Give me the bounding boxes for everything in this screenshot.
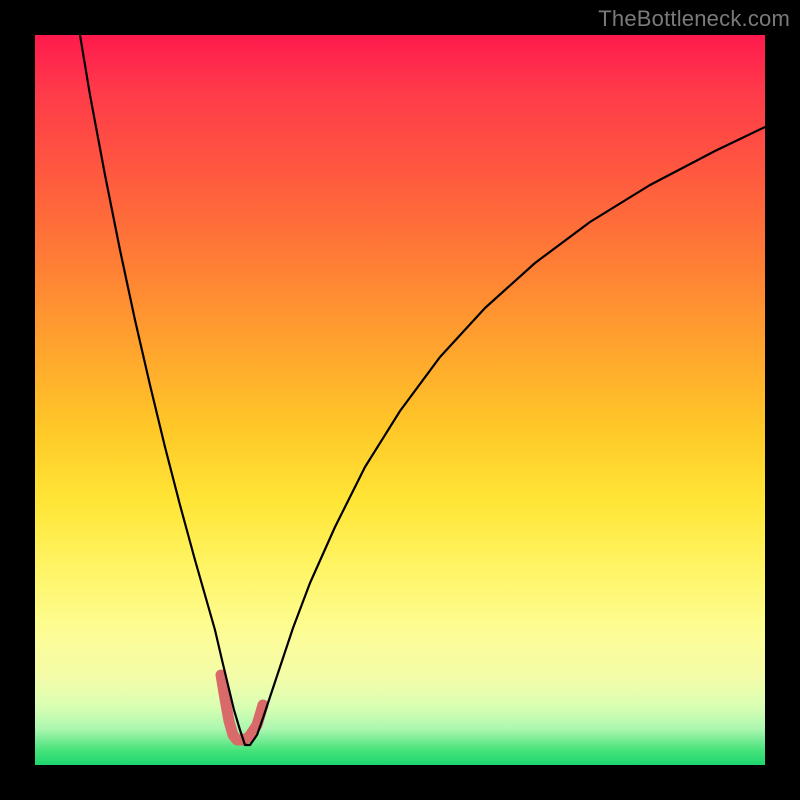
plot-area xyxy=(35,35,765,765)
chart-frame: TheBottleneck.com xyxy=(0,0,800,800)
main-curve-path xyxy=(80,35,765,745)
watermark-text: TheBottleneck.com xyxy=(598,6,790,32)
chart-svg xyxy=(35,35,765,765)
